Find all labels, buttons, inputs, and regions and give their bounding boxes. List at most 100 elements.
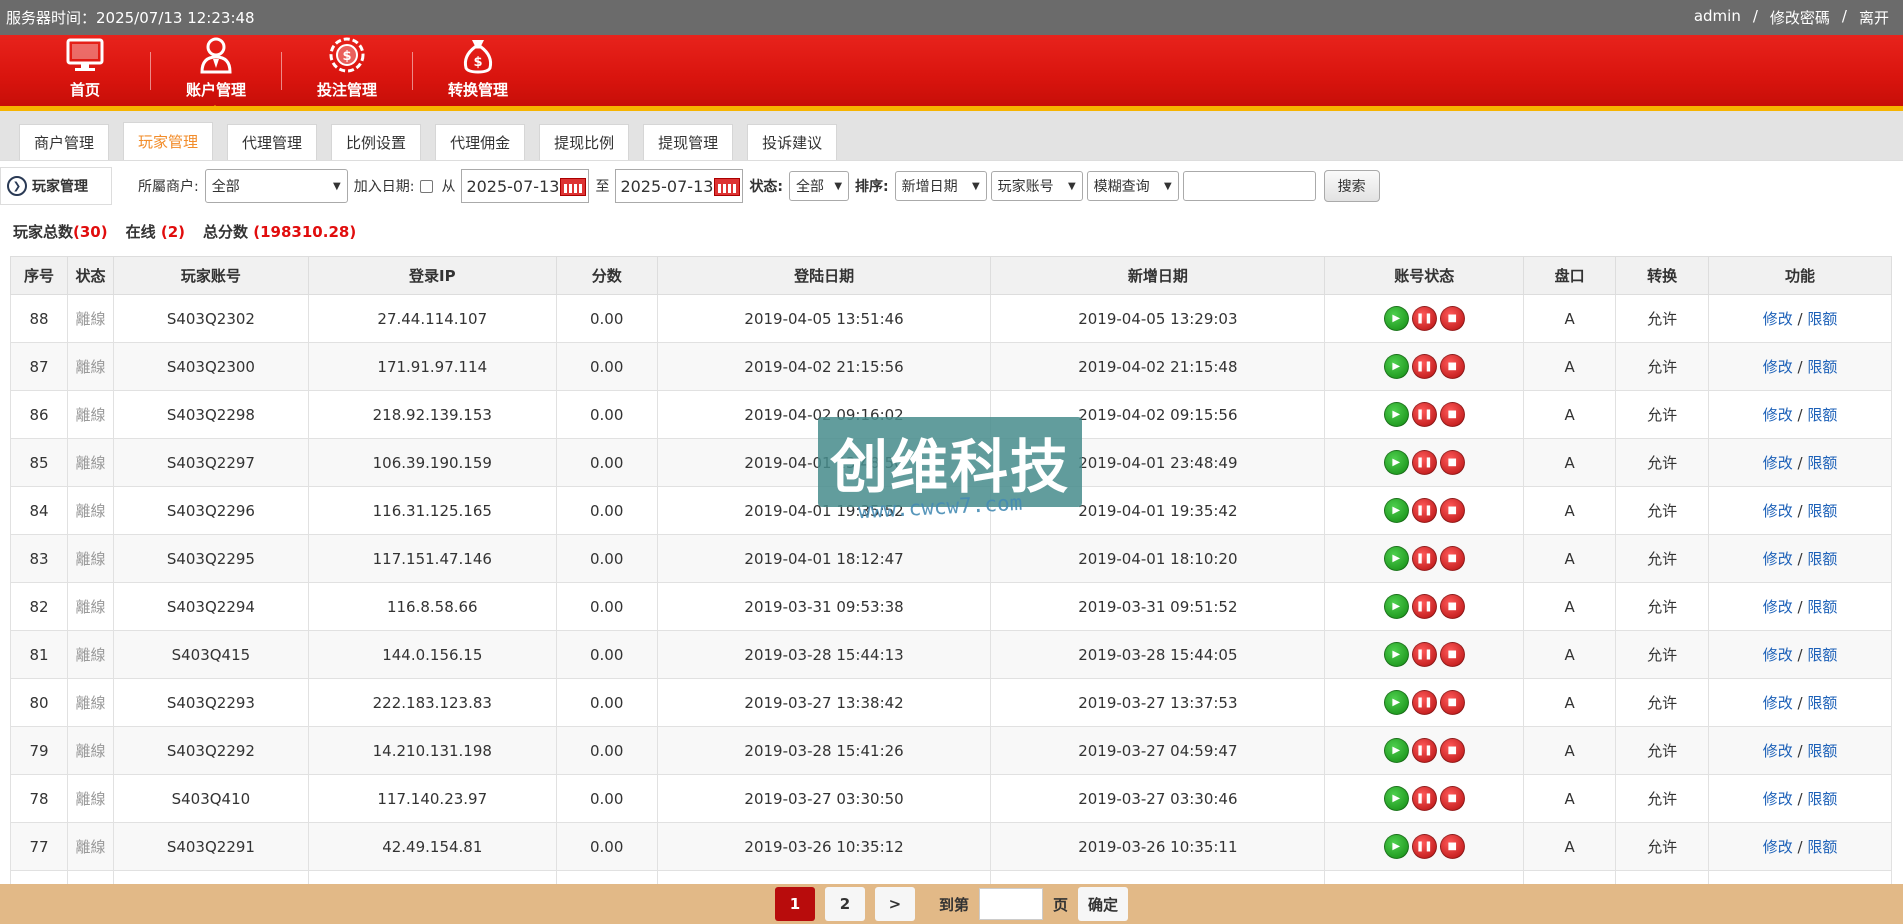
pause-icon[interactable]: ❚❚: [1411, 834, 1437, 859]
enable-icon[interactable]: ▶: [1383, 546, 1409, 571]
tab-commission[interactable]: 代理佣金: [435, 124, 526, 160]
pause-icon[interactable]: ❚❚: [1411, 498, 1437, 523]
limit-link[interactable]: 限额: [1807, 790, 1837, 808]
stop-icon[interactable]: ■: [1439, 834, 1465, 859]
date-to-input[interactable]: 2025-07-13: [615, 169, 744, 203]
enable-icon[interactable]: ▶: [1383, 834, 1409, 859]
enable-icon[interactable]: ▶: [1383, 738, 1409, 763]
limit-link[interactable]: 限额: [1807, 598, 1837, 616]
enable-icon[interactable]: ▶: [1383, 306, 1409, 331]
edit-link[interactable]: 修改: [1763, 454, 1793, 472]
limit-link[interactable]: 限额: [1807, 694, 1837, 712]
limit-link[interactable]: 限额: [1807, 454, 1837, 472]
edit-link[interactable]: 修改: [1763, 694, 1793, 712]
pause-icon[interactable]: ❚❚: [1411, 546, 1437, 571]
edit-link[interactable]: 修改: [1763, 838, 1793, 856]
enable-icon[interactable]: ▶: [1383, 594, 1409, 619]
stop-icon[interactable]: ■: [1439, 786, 1465, 811]
nav-betting[interactable]: $ 投注管理: [282, 35, 412, 106]
edit-link[interactable]: 修改: [1763, 646, 1793, 664]
date-from-input[interactable]: 2025-07-13: [461, 169, 590, 203]
table-row: 88 離線 S403Q2302 27.44.114.107 0.00 2019-04-05…: [10, 294, 1892, 343]
pause-icon[interactable]: ❚❚: [1411, 594, 1437, 619]
tab-merchant[interactable]: 商户管理: [19, 124, 110, 160]
enable-icon[interactable]: ▶: [1383, 690, 1409, 715]
page-1-button[interactable]: 1: [774, 887, 815, 921]
pause-icon[interactable]: ❚❚: [1411, 642, 1437, 667]
status-select[interactable]: 全部 ▼: [789, 171, 850, 201]
stop-icon[interactable]: ■: [1439, 738, 1465, 763]
edit-link[interactable]: 修改: [1763, 502, 1793, 520]
tab-agent[interactable]: 代理管理: [227, 124, 318, 160]
edit-link[interactable]: 修改: [1763, 598, 1793, 616]
enable-icon[interactable]: ▶: [1383, 786, 1409, 811]
pause-icon[interactable]: ❚❚: [1411, 306, 1437, 331]
tab-player[interactable]: 玩家管理: [123, 122, 214, 160]
goto-page-input[interactable]: [978, 888, 1043, 920]
pause-icon[interactable]: ❚❚: [1411, 354, 1437, 379]
limit-link[interactable]: 限额: [1807, 406, 1837, 424]
stop-icon[interactable]: ■: [1439, 306, 1465, 331]
pause-icon[interactable]: ❚❚: [1411, 690, 1437, 715]
search-input[interactable]: [1182, 171, 1316, 201]
page-2-button[interactable]: 2: [824, 887, 865, 921]
limit-link[interactable]: 限额: [1807, 550, 1837, 568]
enable-icon[interactable]: ▶: [1383, 642, 1409, 667]
pause-icon[interactable]: ❚❚: [1411, 738, 1437, 763]
calendar-icon[interactable]: [714, 178, 741, 196]
sort-select-value: 新增日期: [901, 179, 958, 195]
limit-link[interactable]: 限额: [1807, 838, 1837, 856]
calendar-icon[interactable]: [560, 178, 587, 196]
stop-icon[interactable]: ■: [1439, 498, 1465, 523]
search-button[interactable]: 搜索: [1323, 170, 1380, 202]
enable-icon[interactable]: ▶: [1383, 354, 1409, 379]
limit-link[interactable]: 限额: [1807, 646, 1837, 664]
merchant-select[interactable]: 全部 ▼: [204, 169, 348, 203]
stop-icon[interactable]: ■: [1439, 594, 1465, 619]
tab-withdraw-ratio[interactable]: 提现比例: [539, 124, 630, 160]
nav-convert[interactable]: $ 转换管理: [413, 35, 543, 106]
enable-icon[interactable]: ▶: [1383, 450, 1409, 475]
match-select[interactable]: 模糊查询 ▼: [1086, 171, 1179, 201]
cell-actions: 修改 / 限额: [1708, 486, 1892, 535]
cell-ip: 222.183.123.83: [307, 678, 557, 727]
limit-link[interactable]: 限额: [1807, 502, 1837, 520]
nav-home[interactable]: 首页: [20, 35, 150, 106]
stop-icon[interactable]: ■: [1439, 354, 1465, 379]
cell-convert: 允许: [1615, 774, 1710, 823]
stop-icon[interactable]: ■: [1439, 402, 1465, 427]
sort-select[interactable]: 新增日期 ▼: [894, 171, 987, 201]
account-status-buttons: ▶ ❚❚ ■: [1383, 690, 1465, 715]
pause-icon[interactable]: ❚❚: [1411, 786, 1437, 811]
enable-icon[interactable]: ▶: [1383, 498, 1409, 523]
pause-icon[interactable]: ❚❚: [1411, 450, 1437, 475]
tab-ratio[interactable]: 比例设置: [331, 124, 422, 160]
limit-link[interactable]: 限额: [1807, 742, 1837, 760]
limit-link[interactable]: 限额: [1807, 310, 1837, 328]
edit-link[interactable]: 修改: [1763, 358, 1793, 376]
pause-icon[interactable]: ❚❚: [1411, 402, 1437, 427]
stop-icon[interactable]: ■: [1439, 546, 1465, 571]
edit-link[interactable]: 修改: [1763, 790, 1793, 808]
limit-link[interactable]: 限额: [1807, 358, 1837, 376]
stop-icon[interactable]: ■: [1439, 450, 1465, 475]
edit-link[interactable]: 修改: [1763, 742, 1793, 760]
logout-link[interactable]: 离开: [1851, 7, 1897, 28]
next-page-button[interactable]: >: [874, 887, 915, 921]
change-password-link[interactable]: 修改密碼: [1762, 7, 1838, 28]
enable-icon[interactable]: ▶: [1383, 402, 1409, 427]
tab-withdraw[interactable]: 提现管理: [643, 124, 734, 160]
nav-accounts[interactable]: 账户管理: [151, 35, 281, 111]
tab-complaint[interactable]: 投诉建议: [747, 124, 838, 160]
cell-status: 離線: [66, 582, 114, 631]
stop-icon[interactable]: ■: [1439, 690, 1465, 715]
table-row: 78 離線 S403Q410 117.140.23.97 0.00 2019-03-27 …: [10, 774, 1892, 823]
goto-confirm-button[interactable]: 确定: [1078, 887, 1129, 921]
field-select[interactable]: 玩家账号 ▼: [990, 171, 1083, 201]
edit-link[interactable]: 修改: [1763, 406, 1793, 424]
cell-account: S403Q2292: [112, 726, 309, 775]
edit-link[interactable]: 修改: [1763, 550, 1793, 568]
edit-link[interactable]: 修改: [1763, 310, 1793, 328]
join-date-checkbox[interactable]: [420, 179, 434, 193]
stop-icon[interactable]: ■: [1439, 642, 1465, 667]
